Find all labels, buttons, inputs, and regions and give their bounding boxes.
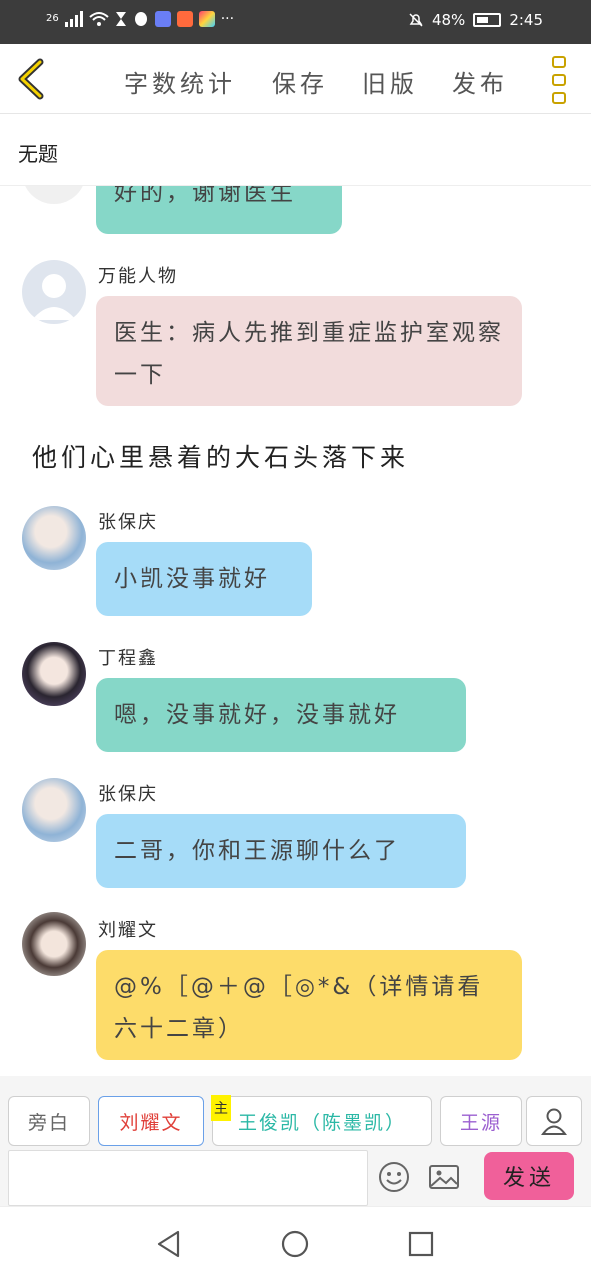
input-bar: 发送 [0, 1148, 591, 1206]
avatar-default[interactable] [22, 260, 86, 324]
old-version-button[interactable]: 旧版 [362, 64, 418, 99]
status-left: 26 ··· [46, 11, 234, 27]
sender-name: 张保庆 [98, 784, 158, 805]
role-liu-yaowen-button[interactable]: 刘耀文 [98, 1096, 204, 1146]
message-bubble[interactable]: 二哥，你和王源聊什么了 [96, 814, 466, 888]
app-icon-orange [176, 11, 193, 27]
chevron-left-icon [18, 58, 44, 100]
wifi-icon [89, 12, 109, 26]
status-bar: 26 ··· 48% 2:45 [0, 0, 591, 44]
chat-area[interactable]: 好的，谢谢医生 万能人物 医生：病人先推到重症监护室观察一下 他们心里悬着的大石… [0, 186, 591, 1076]
square-recent-icon[interactable] [406, 1229, 436, 1259]
more-notifications-icon: ··· [220, 11, 235, 27]
penguin-icon [134, 12, 147, 26]
main-role-tag: 主 [211, 1095, 231, 1121]
sender-name: 刘耀文 [98, 920, 158, 941]
role-narrator-button[interactable]: 旁白 [8, 1096, 90, 1146]
message-bubble[interactable]: @%［@＋@［◎*&（详情请看六十二章） [96, 950, 522, 1060]
role-wang-yuan-button[interactable]: 王源 [440, 1096, 522, 1146]
system-navigation-bar [0, 1206, 591, 1280]
story-title-row[interactable]: 无题 [0, 114, 591, 186]
save-button[interactable]: 保存 [272, 64, 328, 99]
publish-button[interactable]: 发布 [452, 64, 508, 99]
status-right: 48% 2:45 [408, 11, 543, 29]
message-bubble[interactable]: 小凯没事就好 [96, 542, 312, 616]
message-bubble[interactable]: 医生：病人先推到重症监护室观察一下 [96, 296, 522, 406]
smiley-icon[interactable] [377, 1160, 411, 1194]
signal-label: 26 [46, 13, 59, 24]
person-icon [541, 1108, 567, 1135]
avatar[interactable] [22, 912, 86, 976]
sender-name: 万能人物 [98, 266, 178, 287]
battery-icon [473, 13, 502, 27]
role-wang-junkai-button[interactable]: 主 王俊凯（陈墨凯） [211, 1095, 432, 1146]
triangle-back-icon[interactable] [154, 1229, 184, 1259]
app-icon-multicolor [198, 11, 215, 27]
avatar[interactable] [22, 778, 86, 842]
image-icon[interactable] [427, 1160, 461, 1194]
signal-icon [64, 11, 83, 27]
message-bubble[interactable]: 嗯，没事就好，没事就好 [96, 678, 466, 752]
message-input[interactable] [8, 1150, 368, 1206]
word-count-button[interactable]: 字数统计 [124, 64, 236, 99]
narration-text[interactable]: 他们心里悬着的大石头落下来 [32, 438, 409, 474]
avatar[interactable] [22, 186, 86, 204]
message-bubble[interactable]: 好的，谢谢医生 [96, 186, 342, 234]
avatar[interactable] [22, 642, 86, 706]
sender-name: 丁程鑫 [98, 648, 158, 669]
three-squares-icon [552, 56, 566, 68]
avatar[interactable] [22, 506, 86, 570]
hourglass-icon [115, 12, 126, 26]
music-app-icon [154, 11, 171, 27]
editor-toolbar: 字数统计 保存 旧版 发布 [0, 44, 591, 114]
more-menu-button[interactable] [549, 56, 569, 104]
circle-home-icon[interactable] [280, 1229, 310, 1259]
person-placeholder-icon [32, 274, 76, 320]
story-title[interactable]: 无题 [18, 138, 58, 167]
sender-name: 张保庆 [98, 512, 158, 533]
manage-roles-button[interactable] [526, 1096, 582, 1146]
mute-bell-icon [409, 13, 423, 27]
role-selector: 旁白 刘耀文 主 王俊凯（陈墨凯） 王源 [0, 1076, 591, 1148]
send-button[interactable]: 发送 [484, 1152, 574, 1200]
back-button[interactable] [14, 58, 50, 100]
clock: 2:45 [509, 11, 543, 29]
battery-percent: 48% [431, 11, 466, 29]
